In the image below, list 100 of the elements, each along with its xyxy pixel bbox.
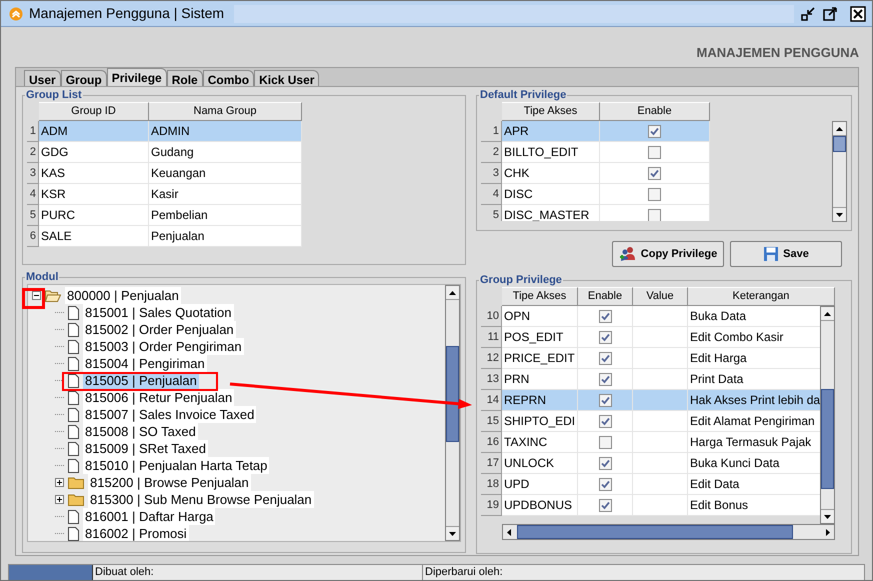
save-button[interactable]: Save [730, 241, 842, 267]
tree-item[interactable]: 815001 | Sales Quotation [83, 304, 234, 321]
table-row[interactable]: 19 UPDBONUS Edit Bonus [481, 495, 820, 516]
column-header[interactable]: Enable [600, 102, 710, 121]
tab[interactable]: Combo [202, 70, 254, 86]
close-icon[interactable] [850, 6, 866, 22]
checkbox[interactable] [598, 352, 612, 364]
column-header[interactable]: Tipe Akses [502, 287, 578, 306]
document-icon [68, 356, 79, 370]
folder-icon [45, 290, 61, 302]
scrollbar[interactable] [820, 306, 835, 524]
table-row[interactable]: 1 ADM ADMIN [27, 121, 461, 142]
row-number: 18 [481, 474, 502, 495]
scroll-up-button[interactable] [821, 307, 834, 321]
table-row[interactable]: 10 OPN Buka Data [481, 306, 820, 327]
maximize-icon[interactable] [822, 6, 838, 22]
table-row[interactable]: 2 GDG Gudang [27, 142, 461, 163]
checkbox[interactable] [598, 394, 612, 406]
checkbox[interactable] [648, 166, 661, 180]
tree-item[interactable]: 815300 | Sub Menu Browse Penjualan [88, 491, 314, 508]
column-header[interactable]: Value [633, 287, 688, 306]
collapse-icon[interactable] [32, 291, 41, 300]
checkbox[interactable] [648, 188, 661, 200]
table-row[interactable]: 14 REPRN Hak Akses Print lebih da [481, 390, 820, 411]
table-row[interactable]: 18 UPD Edit Data [481, 474, 820, 495]
table-cell: Print Data [688, 369, 820, 390]
row-number: 12 [481, 348, 502, 369]
tree-item[interactable]: 815007 | Sales Invoice Taxed [83, 406, 256, 423]
tree-item[interactable]: 816002 | Promosi [83, 525, 189, 541]
column-header[interactable]: Keterangan [688, 287, 835, 306]
checkbox[interactable] [598, 372, 612, 386]
tree-item[interactable]: 815002 | Order Penjualan [83, 321, 236, 338]
tree-item[interactable]: 815004 | Pengiriman [83, 355, 207, 372]
right-arrow-icon [826, 529, 830, 536]
scroll-thumb[interactable] [821, 389, 834, 489]
tab[interactable]: Kick User [254, 70, 320, 86]
tree-item[interactable]: 815010 | Penjualan Harta Tetap [83, 457, 270, 474]
minimize-icon[interactable] [800, 6, 816, 22]
checkbox[interactable] [648, 146, 661, 158]
table-row[interactable]: 1 APR [481, 121, 710, 142]
table-row[interactable]: 5 PURC Pembelian [27, 205, 461, 226]
table-cell: TAXINC [502, 432, 578, 453]
column-header[interactable]: Enable [578, 287, 633, 306]
tab[interactable]: Group [60, 70, 107, 86]
tab[interactable]: Role [166, 70, 203, 86]
table-row[interactable]: 11 POS_EDIT Edit Combo Kasir [481, 327, 820, 348]
up-arrow-icon [824, 312, 831, 316]
table-row[interactable]: 13 PRN Print Data [481, 369, 820, 390]
scroll-down-button[interactable] [833, 207, 846, 221]
table-row[interactable]: 4 DISC [481, 184, 710, 205]
table-row[interactable]: 4 KSR Kasir [27, 184, 461, 205]
tree-item[interactable]: 815009 | SRet Taxed [83, 440, 208, 457]
column-header[interactable]: Nama Group [149, 102, 302, 121]
row-number: 11 [481, 327, 502, 348]
tab[interactable]: Privilege [106, 68, 167, 86]
table-row[interactable]: 3 KAS Keuangan [27, 163, 461, 184]
table-row[interactable]: 17 UNLOCK Buka Kunci Data [481, 453, 820, 474]
scroll-up-button[interactable] [833, 122, 846, 136]
horizontal-scrollbar[interactable] [502, 524, 835, 540]
table-row[interactable]: 16 TAXINC Harga Termasuk Pajak [481, 432, 820, 453]
checkbox[interactable] [598, 436, 612, 448]
copy-button[interactable]: Copy Privilege [612, 241, 724, 267]
up-arrow-icon [449, 290, 456, 294]
checkbox[interactable] [598, 330, 612, 344]
scroll-down-button[interactable] [446, 526, 459, 540]
table-row[interactable]: 2 BILLTO_EDIT [481, 142, 710, 163]
expand-icon[interactable] [55, 495, 64, 504]
tree-item[interactable]: 816001 | Daftar Harga [83, 508, 216, 525]
table-cell: UPDBONUS [502, 495, 578, 516]
checkbox[interactable] [598, 498, 612, 512]
row-number: 3 [481, 163, 502, 184]
table-cell: Pembelian [149, 205, 302, 226]
tree-item[interactable]: 815200 | Browse Penjualan [88, 474, 251, 491]
scroll-thumb[interactable] [833, 136, 846, 152]
checkbox[interactable] [598, 456, 612, 470]
table-cell: ADM [39, 121, 149, 142]
table-cell: ADMIN [149, 121, 302, 142]
table-row[interactable]: 12 PRICE_EDIT Edit Harga [481, 348, 820, 369]
expand-icon[interactable] [55, 478, 64, 487]
tree-item[interactable]: 815008 | SO Taxed [83, 423, 198, 440]
scroll-thumb[interactable] [517, 525, 793, 539]
scrollbar[interactable] [832, 121, 847, 222]
column-header[interactable]: Group ID [39, 102, 149, 121]
scrollbar[interactable] [445, 285, 460, 541]
checkbox[interactable] [598, 414, 612, 428]
document-icon [68, 390, 79, 404]
scroll-thumb[interactable] [446, 346, 459, 442]
tab[interactable]: User [24, 70, 61, 86]
table-row[interactable]: 6 SALE Penjualan [27, 226, 461, 247]
table-row[interactable]: 3 CHK [481, 163, 710, 184]
scroll-down-button[interactable] [821, 509, 834, 523]
checkbox[interactable] [648, 124, 661, 138]
scroll-up-button[interactable] [446, 286, 459, 300]
table-cell: KAS [39, 163, 149, 184]
checkbox[interactable] [598, 310, 612, 322]
column-header[interactable]: Tipe Akses [502, 102, 600, 121]
checkbox[interactable] [598, 478, 612, 490]
tree-item[interactable]: 815003 | Order Pengiriman [83, 338, 244, 355]
table-row[interactable]: 15 SHIPTO_EDI Edit Alamat Pengiriman [481, 411, 820, 432]
checkbox[interactable] [648, 208, 661, 221]
